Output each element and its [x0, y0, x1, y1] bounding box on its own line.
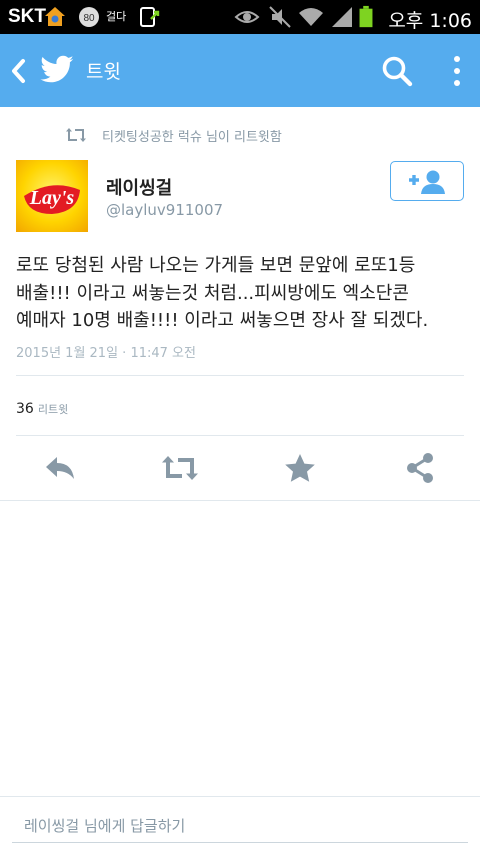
favorite-icon[interactable]	[280, 450, 320, 486]
divider	[16, 435, 464, 436]
page-title: 트윗	[86, 61, 121, 83]
reply-bar: 레이씽걸 님에게 답글하기	[0, 796, 480, 853]
signal-icon	[332, 7, 352, 27]
tweet-text-line: 로또 당첨된 사람 나오는 가게들 보면 문앞에 로또1등	[16, 255, 416, 276]
divider	[0, 500, 480, 501]
avatar-logo-text: Lay's	[29, 187, 75, 209]
retweet-icon[interactable]	[160, 450, 200, 486]
divider	[16, 375, 464, 376]
more-options-icon[interactable]	[446, 54, 468, 88]
eye-icon	[234, 11, 260, 23]
lays-logo: Lay's	[24, 185, 80, 214]
app-notification-icon: 걸다	[106, 10, 127, 23]
retweet-count-number: 36	[16, 401, 34, 417]
retweet-count[interactable]: 36 리트윗	[16, 398, 68, 417]
retweet-count-label: 리트윗	[37, 403, 69, 416]
mute-icon	[269, 6, 291, 28]
avatar[interactable]: Lay's	[16, 160, 88, 232]
author-name[interactable]: 레이씽걸	[106, 174, 172, 200]
retweeted-by-text: 티켓팅성공한 럭슈 님이 리트윗함	[102, 130, 282, 145]
retweet-small-icon	[66, 128, 86, 142]
add-user-icon	[409, 170, 445, 194]
home-notification-icon	[45, 7, 65, 26]
reply-icon[interactable]	[40, 450, 80, 486]
reply-input[interactable]: 레이씽걸 님에게 답글하기	[24, 815, 185, 836]
status-clock: 오후 1:06	[388, 10, 472, 32]
battery-icon	[359, 5, 373, 28]
carrier-label: SKT	[8, 6, 46, 27]
wifi-icon	[299, 8, 323, 26]
author-handle[interactable]: @layluv911007	[106, 201, 223, 219]
search-icon[interactable]	[380, 54, 414, 88]
twitter-logo-icon[interactable]	[38, 52, 76, 88]
tweet-text: 로또 당첨된 사람 나오는 가게들 보면 문앞에 로또1등 배출!!! 이라고 …	[16, 252, 468, 335]
action-bar: 트윗	[0, 34, 480, 107]
tweet-timestamp: 2015년 1월 21일 · 11:47 오전	[16, 346, 196, 361]
badge-80-icon: 80	[79, 7, 99, 27]
badge-80-text: 80	[83, 13, 95, 24]
follow-button[interactable]	[390, 161, 464, 201]
back-icon[interactable]	[6, 56, 30, 86]
tweet-text-line: 배출!!! 이라고 써놓는것 처럼...피씨방에도 엑소단콘	[16, 282, 409, 304]
share-icon[interactable]	[400, 450, 440, 486]
tweet-text-line: 예매자 10명 배출!!!! 이라고 써놓으면 장사 잘 되겠다.	[16, 310, 429, 331]
status-bar: SKT 80 걸다 오후 1:06	[0, 0, 480, 34]
download-icon	[140, 7, 160, 27]
reply-input-underline	[12, 842, 468, 843]
